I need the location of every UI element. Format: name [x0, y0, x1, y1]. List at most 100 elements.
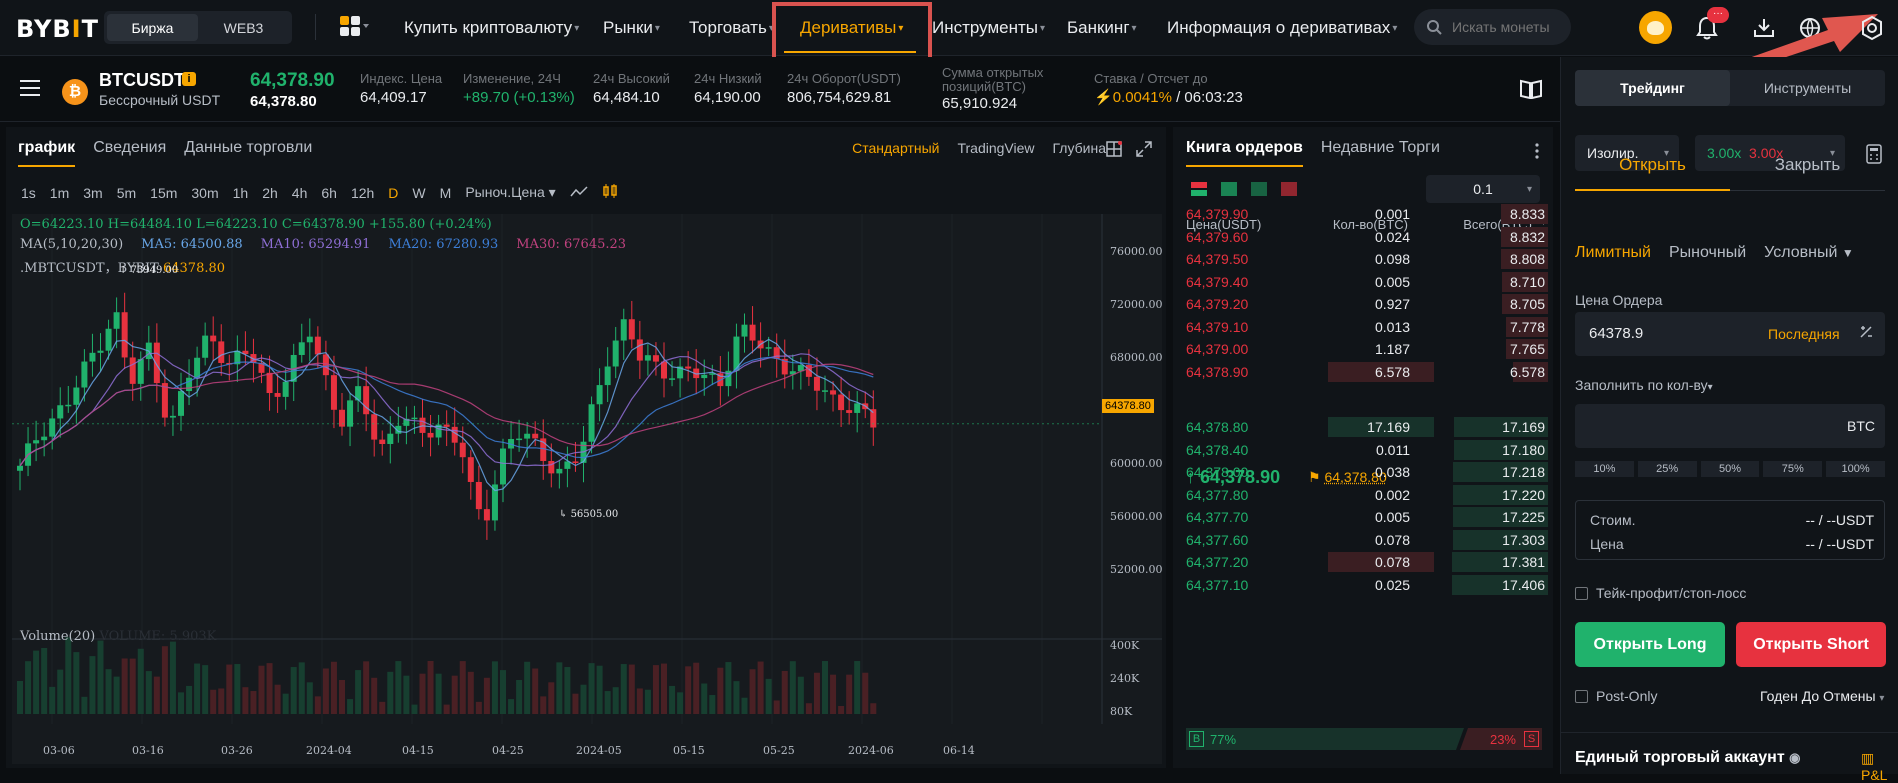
bid-row[interactable]: 64,377.60 0.078 17.303: [1186, 529, 1548, 551]
ask-row[interactable]: 64,379.10 0.013 7.778: [1186, 316, 1548, 338]
percent-10[interactable]: 10%: [1575, 461, 1634, 477]
info-icon[interactable]: i: [182, 72, 196, 86]
open-long-button[interactable]: Открыть Long: [1575, 622, 1725, 667]
symbol-name[interactable]: BTCUSDT: [99, 70, 185, 91]
view-both-icon[interactable]: [1191, 182, 1207, 201]
tab-instruments[interactable]: Инструменты: [1730, 70, 1885, 106]
book-icon[interactable]: [1520, 79, 1542, 104]
order-price-field[interactable]: 64378.9 Последняя: [1575, 312, 1885, 356]
order-type-market[interactable]: Рыночный: [1669, 244, 1746, 262]
ask-row[interactable]: 64,379.40 0.005 8.710: [1186, 271, 1548, 293]
more-icon[interactable]: [1535, 143, 1539, 164]
checkbox-box[interactable]: [1575, 690, 1588, 703]
bid-row[interactable]: 64,377.10 0.025 17.406: [1186, 574, 1548, 596]
interval-2h[interactable]: 2h: [262, 185, 278, 201]
interval-d[interactable]: D: [388, 185, 398, 201]
percent-25[interactable]: 25%: [1638, 461, 1697, 477]
ask-row[interactable]: 64,378.90 6.578 6.578: [1186, 361, 1548, 383]
swap-icon[interactable]: [1859, 325, 1873, 343]
tab-info[interactable]: Сведения: [93, 139, 166, 167]
tab-open[interactable]: Открыть: [1575, 155, 1730, 191]
interval-3m[interactable]: 3m: [83, 185, 102, 201]
nav-buy-crypto[interactable]: Купить криптовалюту ▾: [404, 0, 579, 56]
volume-bar: [73, 652, 79, 714]
ask-row[interactable]: 64,379.20 0.927 8.705: [1186, 293, 1548, 315]
time-in-force-select[interactable]: Годен До Отмены ▾: [1760, 688, 1884, 704]
segment-exchange[interactable]: Биржа: [107, 14, 198, 41]
eye-icon[interactable]: ◉: [1789, 750, 1800, 765]
fill-by-qty-label[interactable]: Заполнить по кол-ву▾: [1575, 377, 1713, 393]
post-only-checkbox[interactable]: Post-Only: [1575, 688, 1657, 704]
interval-30m[interactable]: 30m: [191, 185, 218, 201]
fullscreen-icon[interactable]: [1136, 141, 1152, 162]
ask-row[interactable]: 64,379.50 0.098 8.808: [1186, 248, 1548, 270]
nav-markets[interactable]: Рынки ▾: [603, 0, 660, 56]
bid-row[interactable]: 64,377.80 0.002 17.220: [1186, 484, 1548, 506]
indicator-icon[interactable]: [570, 185, 588, 201]
view-bids-icon[interactable]: [1221, 182, 1237, 201]
nav-trade[interactable]: Торговать ▾: [689, 0, 774, 56]
interval-4h[interactable]: 4h: [292, 185, 308, 201]
bid-row[interactable]: 64,377.20 0.078 17.381: [1186, 551, 1548, 573]
coin-search[interactable]: [1414, 9, 1571, 45]
ask-row[interactable]: 64,379.90 0.001 8.833: [1186, 203, 1548, 225]
interval-6h[interactable]: 6h: [321, 185, 337, 201]
view-tradingview[interactable]: TradingView: [957, 140, 1034, 156]
candle-style-icon[interactable]: [602, 183, 618, 202]
interval-15m[interactable]: 15m: [150, 185, 177, 201]
search-input[interactable]: [1452, 19, 1562, 35]
bid-row[interactable]: 64,378.80 17.169 17.169: [1186, 416, 1548, 438]
candle: [411, 418, 417, 420]
tab-trading[interactable]: Трейдинг: [1575, 70, 1730, 106]
tab-close[interactable]: Закрыть: [1730, 155, 1885, 191]
percent-slider[interactable]: 10% 25% 50% 75% 100%: [1575, 461, 1885, 477]
last-price-button[interactable]: Последняя: [1768, 326, 1840, 342]
segment-web3[interactable]: WEB3: [198, 14, 289, 41]
percent-50[interactable]: 50%: [1701, 461, 1760, 477]
percent-75[interactable]: 75%: [1763, 461, 1822, 477]
interval-1h[interactable]: 1h: [233, 185, 249, 201]
candle: [283, 382, 289, 397]
nav-derivatives-info[interactable]: Информация о деривативах ▾: [1167, 0, 1397, 56]
pnl-link[interactable]: ▥ P&L: [1861, 750, 1898, 783]
tab-trading-data[interactable]: Данные торговли: [184, 139, 312, 167]
bid-row[interactable]: 64,378.40 0.011 17.180: [1186, 439, 1548, 461]
interval-1m[interactable]: 1m: [50, 185, 69, 201]
tab-chart[interactable]: график: [18, 139, 75, 167]
ask-row[interactable]: 64,379.60 0.024 8.832: [1186, 226, 1548, 248]
interval-5m[interactable]: 5m: [117, 185, 136, 201]
volume-bar: [685, 666, 691, 714]
interval-w[interactable]: W: [412, 185, 425, 201]
open-short-button[interactable]: Открыть Short: [1736, 622, 1886, 667]
percent-100[interactable]: 100%: [1826, 461, 1885, 477]
settings-icon[interactable]: [1855, 11, 1889, 45]
tab-order-book[interactable]: Книга ордеров: [1186, 139, 1303, 167]
view-asks-icon[interactable]: [1251, 182, 1267, 201]
quantity-field[interactable]: BTC: [1575, 404, 1885, 448]
volume-bar: [581, 685, 587, 714]
view-standard[interactable]: Стандартный: [852, 140, 939, 156]
interval-1s[interactable]: 1s: [21, 185, 36, 201]
order-type-limit[interactable]: Лимитный: [1575, 244, 1651, 262]
price-type-select[interactable]: Рыноч.Цена ▾: [465, 184, 555, 201]
interval-12h[interactable]: 12h: [351, 185, 374, 201]
bybit-logo[interactable]: BYBIT: [16, 15, 99, 43]
menu-icon[interactable]: [20, 79, 40, 102]
view-depth[interactable]: Глубина: [1053, 140, 1106, 156]
apps-grid-icon[interactable]: [340, 16, 370, 45]
tick-size-select[interactable]: 0.1 ▾: [1426, 175, 1540, 203]
checkbox-box[interactable]: [1575, 587, 1588, 600]
nav-banking[interactable]: Банкинг ▾: [1067, 0, 1137, 56]
layout-icon[interactable]: [1106, 141, 1122, 162]
tpsl-checkbox[interactable]: Тейк-профит/стоп-лосс: [1575, 585, 1746, 601]
nav-tools[interactable]: Инструменты ▾: [932, 0, 1045, 56]
bid-row[interactable]: 64,378.00 0.038 17.218: [1186, 461, 1548, 483]
bid-row[interactable]: 64,377.70 0.005 17.225: [1186, 506, 1548, 528]
tab-recent-trades[interactable]: Недавние Торги: [1321, 139, 1440, 167]
volume-bar: [250, 691, 256, 714]
interval-m[interactable]: M: [440, 185, 452, 201]
order-type-conditional[interactable]: Условный ▼: [1764, 244, 1854, 262]
view-mixed-icon[interactable]: [1281, 182, 1297, 201]
ask-row[interactable]: 64,379.00 1.187 7.765: [1186, 338, 1548, 360]
candlestick-chart[interactable]: [12, 214, 1162, 764]
